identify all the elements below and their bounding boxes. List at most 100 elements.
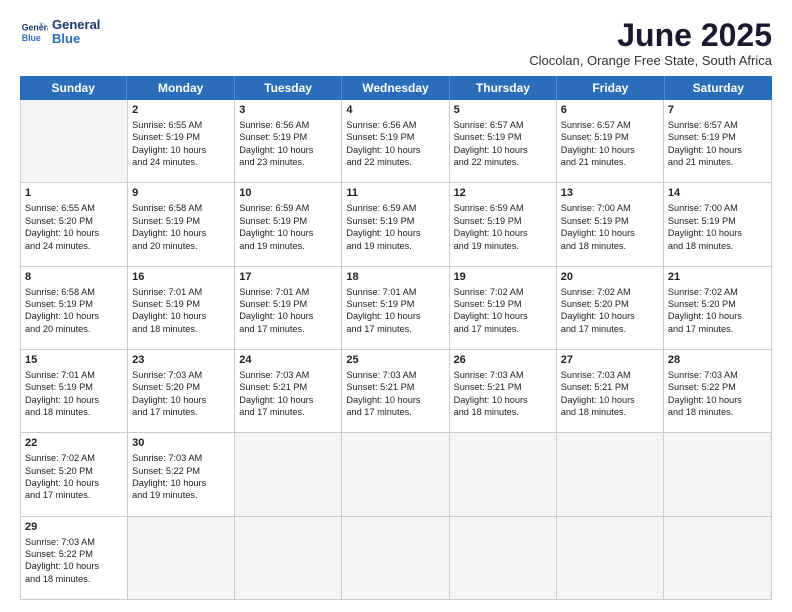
calendar-body: 2Sunrise: 6:55 AMSunset: 5:19 PMDaylight… xyxy=(20,100,772,600)
day-info-line: Sunrise: 6:57 AM xyxy=(668,119,767,131)
calendar-cell: 2Sunrise: 6:55 AMSunset: 5:19 PMDaylight… xyxy=(128,100,235,182)
calendar-cell: 8Sunrise: 6:58 AMSunset: 5:19 PMDaylight… xyxy=(21,267,128,349)
day-info-line: Daylight: 10 hours xyxy=(25,560,123,572)
day-info-line: Daylight: 10 hours xyxy=(25,394,123,406)
day-info-line: Daylight: 10 hours xyxy=(561,394,659,406)
day-number: 20 xyxy=(561,270,659,285)
calendar-header: SundayMondayTuesdayWednesdayThursdayFrid… xyxy=(20,76,772,100)
day-info-line: Daylight: 10 hours xyxy=(561,310,659,322)
day-info-line: Sunset: 5:20 PM xyxy=(561,298,659,310)
calendar-cell xyxy=(557,517,664,599)
day-info-line: Sunset: 5:20 PM xyxy=(132,381,230,393)
day-info-line: Sunrise: 6:58 AM xyxy=(25,286,123,298)
day-info-line: Sunrise: 7:02 AM xyxy=(561,286,659,298)
day-info-line: Sunrise: 6:58 AM xyxy=(132,202,230,214)
calendar-row: 2Sunrise: 6:55 AMSunset: 5:19 PMDaylight… xyxy=(21,100,771,183)
calendar-cell: 4Sunrise: 6:56 AMSunset: 5:19 PMDaylight… xyxy=(342,100,449,182)
calendar-cell: 15Sunrise: 7:01 AMSunset: 5:19 PMDayligh… xyxy=(21,350,128,432)
calendar-cell: 26Sunrise: 7:03 AMSunset: 5:21 PMDayligh… xyxy=(450,350,557,432)
day-info-line: Sunrise: 7:01 AM xyxy=(25,369,123,381)
day-info-line: Daylight: 10 hours xyxy=(25,310,123,322)
day-number: 9 xyxy=(132,186,230,201)
day-info-line: Sunset: 5:20 PM xyxy=(25,215,123,227)
day-info-line: Daylight: 10 hours xyxy=(561,227,659,239)
day-number: 15 xyxy=(25,353,123,368)
calendar-cell xyxy=(21,100,128,182)
calendar-cell: 12Sunrise: 6:59 AMSunset: 5:19 PMDayligh… xyxy=(450,183,557,265)
day-number: 26 xyxy=(454,353,552,368)
day-number: 1 xyxy=(25,186,123,201)
day-number: 23 xyxy=(132,353,230,368)
calendar-cell: 17Sunrise: 7:01 AMSunset: 5:19 PMDayligh… xyxy=(235,267,342,349)
day-info-line: Sunset: 5:19 PM xyxy=(132,215,230,227)
day-info-line: Sunset: 5:19 PM xyxy=(668,131,767,143)
day-info-line: Sunset: 5:21 PM xyxy=(454,381,552,393)
day-number: 19 xyxy=(454,270,552,285)
day-number: 16 xyxy=(132,270,230,285)
calendar-cell: 13Sunrise: 7:00 AMSunset: 5:19 PMDayligh… xyxy=(557,183,664,265)
day-info-line: and 17 minutes. xyxy=(25,489,123,501)
day-info-line: Daylight: 10 hours xyxy=(454,394,552,406)
day-info-line: and 17 minutes. xyxy=(454,323,552,335)
calendar-cell: 22Sunrise: 7:02 AMSunset: 5:20 PMDayligh… xyxy=(21,433,128,515)
day-info-line: Sunrise: 6:59 AM xyxy=(239,202,337,214)
logo-icon: General Blue xyxy=(20,18,48,46)
day-info-line: and 19 minutes. xyxy=(132,489,230,501)
day-info-line: Sunrise: 6:57 AM xyxy=(561,119,659,131)
day-info-line: Sunset: 5:19 PM xyxy=(25,381,123,393)
calendar-cell: 11Sunrise: 6:59 AMSunset: 5:19 PMDayligh… xyxy=(342,183,449,265)
day-info-line: Daylight: 10 hours xyxy=(132,310,230,322)
calendar-cell: 28Sunrise: 7:03 AMSunset: 5:22 PMDayligh… xyxy=(664,350,771,432)
day-info-line: and 18 minutes. xyxy=(25,573,123,585)
day-info-line: Sunrise: 6:56 AM xyxy=(346,119,444,131)
logo-line1: General xyxy=(52,18,100,32)
calendar-cell xyxy=(450,517,557,599)
calendar-cell: 3Sunrise: 6:56 AMSunset: 5:19 PMDaylight… xyxy=(235,100,342,182)
day-info-line: Daylight: 10 hours xyxy=(668,227,767,239)
day-info-line: Sunset: 5:19 PM xyxy=(454,298,552,310)
calendar-row: 29Sunrise: 7:03 AMSunset: 5:22 PMDayligh… xyxy=(21,517,771,599)
calendar-cell xyxy=(342,517,449,599)
calendar-cell: 23Sunrise: 7:03 AMSunset: 5:20 PMDayligh… xyxy=(128,350,235,432)
day-info-line: Daylight: 10 hours xyxy=(346,144,444,156)
calendar-row: 8Sunrise: 6:58 AMSunset: 5:19 PMDaylight… xyxy=(21,267,771,350)
day-info-line: Sunset: 5:19 PM xyxy=(239,215,337,227)
calendar-row: 22Sunrise: 7:02 AMSunset: 5:20 PMDayligh… xyxy=(21,433,771,516)
day-info-line: and 21 minutes. xyxy=(561,156,659,168)
calendar-cell: 1Sunrise: 6:55 AMSunset: 5:20 PMDaylight… xyxy=(21,183,128,265)
calendar-row: 1Sunrise: 6:55 AMSunset: 5:20 PMDaylight… xyxy=(21,183,771,266)
day-of-week-header: Sunday xyxy=(20,76,127,100)
calendar-cell xyxy=(450,433,557,515)
day-of-week-header: Monday xyxy=(127,76,234,100)
day-of-week-header: Friday xyxy=(557,76,664,100)
calendar-cell xyxy=(235,433,342,515)
location: Clocolan, Orange Free State, South Afric… xyxy=(529,53,772,68)
day-info-line: Daylight: 10 hours xyxy=(132,477,230,489)
calendar-cell: 24Sunrise: 7:03 AMSunset: 5:21 PMDayligh… xyxy=(235,350,342,432)
day-info-line: Sunset: 5:20 PM xyxy=(668,298,767,310)
day-info-line: and 24 minutes. xyxy=(132,156,230,168)
day-info-line: Daylight: 10 hours xyxy=(239,144,337,156)
day-info-line: Daylight: 10 hours xyxy=(668,310,767,322)
day-info-line: Sunset: 5:19 PM xyxy=(346,298,444,310)
title-block: June 2025 Clocolan, Orange Free State, S… xyxy=(529,18,772,68)
day-number: 22 xyxy=(25,436,123,451)
day-info-line: and 18 minutes. xyxy=(132,323,230,335)
day-info-line: Sunrise: 7:01 AM xyxy=(132,286,230,298)
day-info-line: Daylight: 10 hours xyxy=(132,144,230,156)
day-number: 3 xyxy=(239,103,337,118)
day-info-line: and 20 minutes. xyxy=(25,323,123,335)
calendar-cell: 27Sunrise: 7:03 AMSunset: 5:21 PMDayligh… xyxy=(557,350,664,432)
day-info-line: Daylight: 10 hours xyxy=(239,227,337,239)
calendar-cell: 5Sunrise: 6:57 AMSunset: 5:19 PMDaylight… xyxy=(450,100,557,182)
month-title: June 2025 xyxy=(529,18,772,53)
day-info-line: Sunrise: 6:55 AM xyxy=(132,119,230,131)
day-info-line: Sunset: 5:22 PM xyxy=(668,381,767,393)
day-number: 10 xyxy=(239,186,337,201)
day-info-line: and 18 minutes. xyxy=(668,406,767,418)
day-of-week-header: Tuesday xyxy=(235,76,342,100)
day-info-line: Sunrise: 6:56 AM xyxy=(239,119,337,131)
calendar-cell: 21Sunrise: 7:02 AMSunset: 5:20 PMDayligh… xyxy=(664,267,771,349)
day-info-line: Sunrise: 7:03 AM xyxy=(668,369,767,381)
day-info-line: Daylight: 10 hours xyxy=(346,227,444,239)
